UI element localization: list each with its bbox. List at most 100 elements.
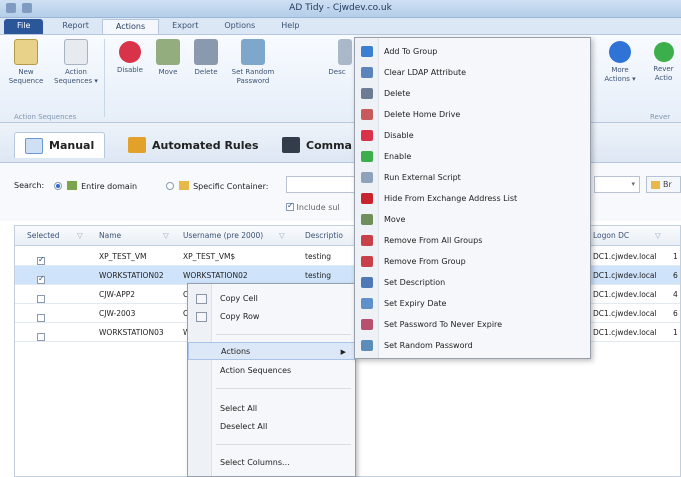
menu-item-remove-group[interactable]: Remove From Group [355,251,590,272]
browse-label: Br [663,180,672,189]
menu-item-select-all[interactable]: Select All [188,400,355,418]
set-description-button[interactable]: Desc [322,35,352,77]
menu-item-label: Run External Script [384,173,461,182]
filter-icon[interactable]: ▽ [655,231,661,240]
grid-context-menu: Copy Cell Copy Row Actions ▶ Action Sequ… [187,283,356,477]
menu-item-clear-ldap-attribute[interactable]: Clear LDAP Attribute [355,62,590,83]
menu-item-label: Action Sequences [220,366,292,375]
filter-dropdown[interactable]: ▾ [594,176,640,193]
row-checkbox[interactable] [37,274,45,284]
cell-extra: 4 [673,290,678,299]
column-description[interactable]: Descriptio [305,231,343,240]
include-sub-checkbox[interactable] [286,201,294,211]
tab-report[interactable]: Report [49,19,102,34]
cell-name: WORKSTATION03 [99,328,164,337]
move-icon [361,214,373,225]
tab-file[interactable]: File [4,19,44,34]
delete-icon [194,39,218,65]
entire-domain-label: Entire domain [81,182,138,191]
menu-item-deselect-all[interactable]: Deselect All [188,418,355,436]
menu-item-label: Delete Home Drive [384,110,461,119]
tab-export[interactable]: Export [159,19,211,34]
tab-command[interactable]: Comma [272,132,362,158]
menu-item-copy-row[interactable]: Copy Row [188,308,355,326]
menu-separator [216,334,351,335]
specific-container-option[interactable]: Specific Container: [166,181,268,191]
move-icon [156,39,180,65]
menu-item-label: Enable [384,152,412,161]
menu-item-delete-home-drive[interactable]: Delete Home Drive [355,104,590,125]
cell-extra: 1 [673,328,678,337]
tab-options[interactable]: Options [211,19,268,34]
delete-label: Delete [194,68,218,76]
menu-item-enable[interactable]: Enable [355,146,590,167]
menu-item-actions[interactable]: Actions ▶ [188,342,355,360]
menu-item-label: Delete [384,89,411,98]
enable-icon [361,151,373,162]
filter-icon[interactable]: ▽ [77,231,83,240]
row-checkbox[interactable] [37,314,45,322]
manual-icon [25,137,43,154]
menu-item-copy-cell[interactable]: Copy Cell [188,290,355,308]
menu-item-label: Remove From Group [384,257,466,266]
tab-actions[interactable]: Actions [101,19,160,34]
menu-item-hide-exchange[interactable]: Hide From Exchange Address List [355,188,590,209]
ribbon-separator [104,39,105,117]
browse-button[interactable]: Br [646,176,681,193]
group-label-action-sequences: Action Sequences [14,113,77,121]
menu-item-add-to-group[interactable]: Add To Group [355,41,590,62]
row-checkbox[interactable] [37,255,45,265]
tab-automated-rules[interactable]: Automated Rules [118,132,269,158]
more-actions-button[interactable]: More Actions ▾ [598,35,642,84]
menu-item-remove-all-groups[interactable]: Remove From All Groups [355,230,590,251]
menu-item-set-random-password[interactable]: Set Random Password [355,335,590,356]
more-actions-icon [609,41,631,63]
menu-item-disable[interactable]: Disable [355,125,590,146]
entire-domain-radio[interactable] [54,182,62,190]
menu-item-label: Copy Cell [220,294,258,303]
column-name[interactable]: Name [99,231,121,240]
menu-item-delete[interactable]: Delete [355,83,590,104]
menu-item-select-columns[interactable]: Select Columns... [188,454,355,472]
set-random-password-button[interactable]: Set Random Password [228,35,278,86]
menu-item-set-description[interactable]: Set Description [355,272,590,293]
cell-description: testing [305,252,332,261]
cell-logon-dc: DC1.cjwdev.local [593,271,657,280]
menu-item-password-never-expire[interactable]: Set Password To Never Expire [355,314,590,335]
cell-logon-dc: DC1.cjwdev.local [593,290,657,299]
hide-exchange-icon [361,193,373,204]
filter-icon[interactable]: ▽ [279,231,285,240]
filter-icon[interactable]: ▽ [163,231,169,240]
new-sequence-button[interactable]: New Sequence [4,35,48,86]
delete-button[interactable]: Delete [184,35,228,77]
column-logon-dc[interactable]: Logon DC [593,231,629,240]
column-selected[interactable]: Selected [27,231,60,240]
menu-item-set-expiry-date[interactable]: Set Expiry Date [355,293,590,314]
title-bar: AD Tidy - Cjwdev.co.uk [0,0,681,18]
specific-container-radio[interactable] [166,182,174,190]
entire-domain-option[interactable]: Entire domain [54,181,137,191]
revert-actions-icon [653,42,674,62]
column-username[interactable]: Username (pre 2000) [183,231,263,240]
revert-actions-button[interactable]: Rever Actio [646,35,681,83]
disable-icon [119,41,141,63]
container-input[interactable] [286,176,356,193]
menu-item-label: Clear LDAP Attribute [384,68,467,77]
cell-username: XP_TEST_VM$ [183,252,236,261]
tab-automated-rules-label: Automated Rules [152,138,259,152]
menu-item-move[interactable]: Move [355,209,590,230]
menu-item-run-script[interactable]: Run External Script [355,167,590,188]
include-sub-option[interactable]: Include sul [286,201,340,212]
menu-item-label: Select Columns... [220,458,290,467]
remove-group-icon [361,256,373,267]
clear-ldap-attribute-icon [361,67,373,78]
menu-item-action-sequences[interactable]: Action Sequences [188,362,355,380]
row-checkbox[interactable] [37,333,45,341]
row-checkbox[interactable] [37,295,45,303]
add-to-group-icon [361,46,373,57]
automated-rules-icon [128,137,146,153]
disable-label: Disable [117,66,143,74]
action-sequences-button[interactable]: Action Sequences ▾ [54,35,98,86]
tab-manual[interactable]: Manual [14,132,106,158]
tab-help[interactable]: Help [268,19,312,34]
